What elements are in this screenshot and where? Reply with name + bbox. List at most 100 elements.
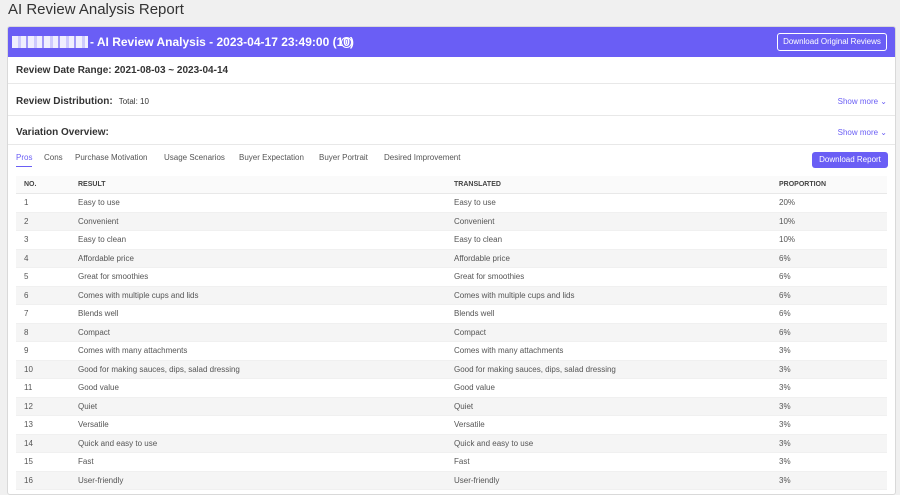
cell-no: 16 (16, 471, 70, 490)
page-title: AI Review Analysis Report (8, 1, 184, 18)
table-row: 13 Versatile Versatile 3% (16, 415, 887, 435)
cell-translated: Fast (446, 452, 771, 472)
variation-overview-section: Variation Overview: Show more ⌄ (8, 116, 895, 145)
table-row: 15 Fast Fast 3% (16, 452, 887, 472)
results-table: NO. RESULT TRANSLATED PROPORTION 1 Easy t… (16, 176, 887, 490)
cell-result: Good value (70, 378, 446, 398)
review-total: Total: 10 (118, 97, 149, 106)
cell-translated: Affordable price (446, 249, 771, 268)
cell-result: Quiet (70, 397, 446, 416)
cell-proportion: 6% (771, 286, 887, 305)
table-row: 12 Quiet Quiet 3% (16, 397, 887, 416)
table-row: 2 Convenient Convenient 10% (16, 212, 887, 231)
table-row: 8 Compact Compact 6% (16, 323, 887, 342)
table-row: 16 User-friendly User-friendly 3% (16, 471, 887, 490)
cell-translated: Convenient (446, 212, 771, 231)
header-translated: TRANSLATED (446, 176, 771, 194)
cell-translated: Easy to use (446, 193, 771, 213)
tab-cons[interactable]: Cons (44, 152, 63, 164)
cell-no: 1 (16, 193, 70, 213)
tab-buyer-expectation[interactable]: Buyer Expectation (239, 152, 304, 164)
cell-no: 13 (16, 415, 70, 435)
cell-translated: Comes with multiple cups and lids (446, 286, 771, 305)
cell-no: 15 (16, 452, 70, 472)
table-row: 10 Good for making sauces, dips, salad dr… (16, 360, 887, 379)
cell-no: 5 (16, 267, 70, 287)
banner-title: - AI Review Analysis - 2023-04-17 23:49:… (90, 35, 354, 49)
cell-result: Easy to clean (70, 230, 446, 250)
table-row: 5 Great for smoothies Great for smoothies 6… (16, 267, 887, 287)
cell-no: 6 (16, 286, 70, 305)
tab-buyer-portrait[interactable]: Buyer Portrait (319, 152, 368, 164)
table-row: 6 Comes with multiple cups and lids Comes … (16, 286, 887, 305)
table-row: 14 Quick and easy to use Quick and easy to… (16, 434, 887, 453)
cell-proportion: 3% (771, 452, 887, 472)
cell-no: 12 (16, 397, 70, 416)
report-banner: - AI Review Analysis - 2023-04-17 23:49:… (8, 27, 895, 57)
header-proportion: PROPORTION (771, 176, 887, 194)
cell-result: Fast (70, 452, 446, 472)
table-header-row: NO. RESULT TRANSLATED PROPORTION (16, 176, 887, 194)
cell-result: Blends well (70, 304, 446, 324)
cell-proportion: 10% (771, 230, 887, 250)
cell-translated: Good value (446, 378, 771, 398)
cell-translated: Comes with many attachments (446, 341, 771, 361)
header-no: NO. (16, 176, 70, 194)
cell-no: 3 (16, 230, 70, 250)
cell-result: Easy to use (70, 193, 446, 213)
table-row: 4 Affordable price Affordable price 6% (16, 249, 887, 268)
table-row: 11 Good value Good value 3% (16, 378, 887, 398)
cell-no: 8 (16, 323, 70, 342)
cell-result: Convenient (70, 212, 446, 231)
cell-result: Good for making sauces, dips, salad dres… (70, 360, 446, 379)
cell-translated: User-friendly (446, 471, 771, 490)
cell-result: Comes with many attachments (70, 341, 446, 361)
cell-proportion: 3% (771, 471, 887, 490)
tab-pros[interactable]: Pros (16, 152, 33, 167)
cell-proportion: 10% (771, 212, 887, 231)
cell-translated: Quiet (446, 397, 771, 416)
table-row: 3 Easy to clean Easy to clean 10% (16, 230, 887, 250)
cell-no: 7 (16, 304, 70, 324)
cell-no: 9 (16, 341, 70, 361)
cell-result: Compact (70, 323, 446, 342)
cell-proportion: 3% (771, 397, 887, 416)
cell-translated: Easy to clean (446, 230, 771, 250)
cell-result: Great for smoothies (70, 267, 446, 287)
table-body: 1 Easy to use Easy to use 20% 2 Convenient Con… (16, 193, 887, 490)
cell-result: Comes with multiple cups and lids (70, 286, 446, 305)
cell-result: Affordable price (70, 249, 446, 268)
table-row: 7 Blends well Blends well 6% (16, 304, 887, 324)
review-distribution-section: Review Distribution: Total: 10 Show more … (8, 84, 895, 116)
tab-desired-improvement[interactable]: Desired Improvement (384, 152, 460, 164)
table-row: 9 Comes with many attachments Comes with m… (16, 341, 887, 361)
tab-purchase-motivation[interactable]: Purchase Motivation (75, 152, 147, 164)
cell-proportion: 6% (771, 249, 887, 268)
variation-overview-label: Variation Overview: (16, 127, 109, 138)
cell-proportion: 6% (771, 267, 887, 287)
review-distribution-label: Review Distribution: Total: 10 (16, 96, 149, 107)
cell-proportion: 3% (771, 434, 887, 453)
info-icon[interactable]: i (341, 37, 352, 48)
cell-proportion: 3% (771, 378, 887, 398)
cell-no: 2 (16, 212, 70, 231)
redacted-product-name (12, 36, 88, 48)
download-original-reviews-button[interactable]: Download Original Reviews (777, 33, 887, 51)
distribution-show-more-link[interactable]: Show more ⌄ (838, 97, 887, 106)
cell-result: Versatile (70, 415, 446, 435)
cell-no: 4 (16, 249, 70, 268)
cell-proportion: 6% (771, 323, 887, 342)
cell-translated: Great for smoothies (446, 267, 771, 287)
download-report-button[interactable]: Download Report (812, 152, 888, 168)
report-card: - AI Review Analysis - 2023-04-17 23:49:… (7, 26, 896, 495)
cell-no: 10 (16, 360, 70, 379)
cell-proportion: 3% (771, 360, 887, 379)
cell-translated: Compact (446, 323, 771, 342)
variation-show-more-link[interactable]: Show more ⌄ (838, 128, 887, 137)
cell-translated: Versatile (446, 415, 771, 435)
cell-no: 11 (16, 378, 70, 398)
review-date-range: Review Date Range: 2021-08-03 ~ 2023-04-… (16, 65, 229, 76)
cell-no: 14 (16, 434, 70, 453)
cell-translated: Good for making sauces, dips, salad dres… (446, 360, 771, 379)
tab-usage-scenarios[interactable]: Usage Scenarios (164, 152, 225, 164)
